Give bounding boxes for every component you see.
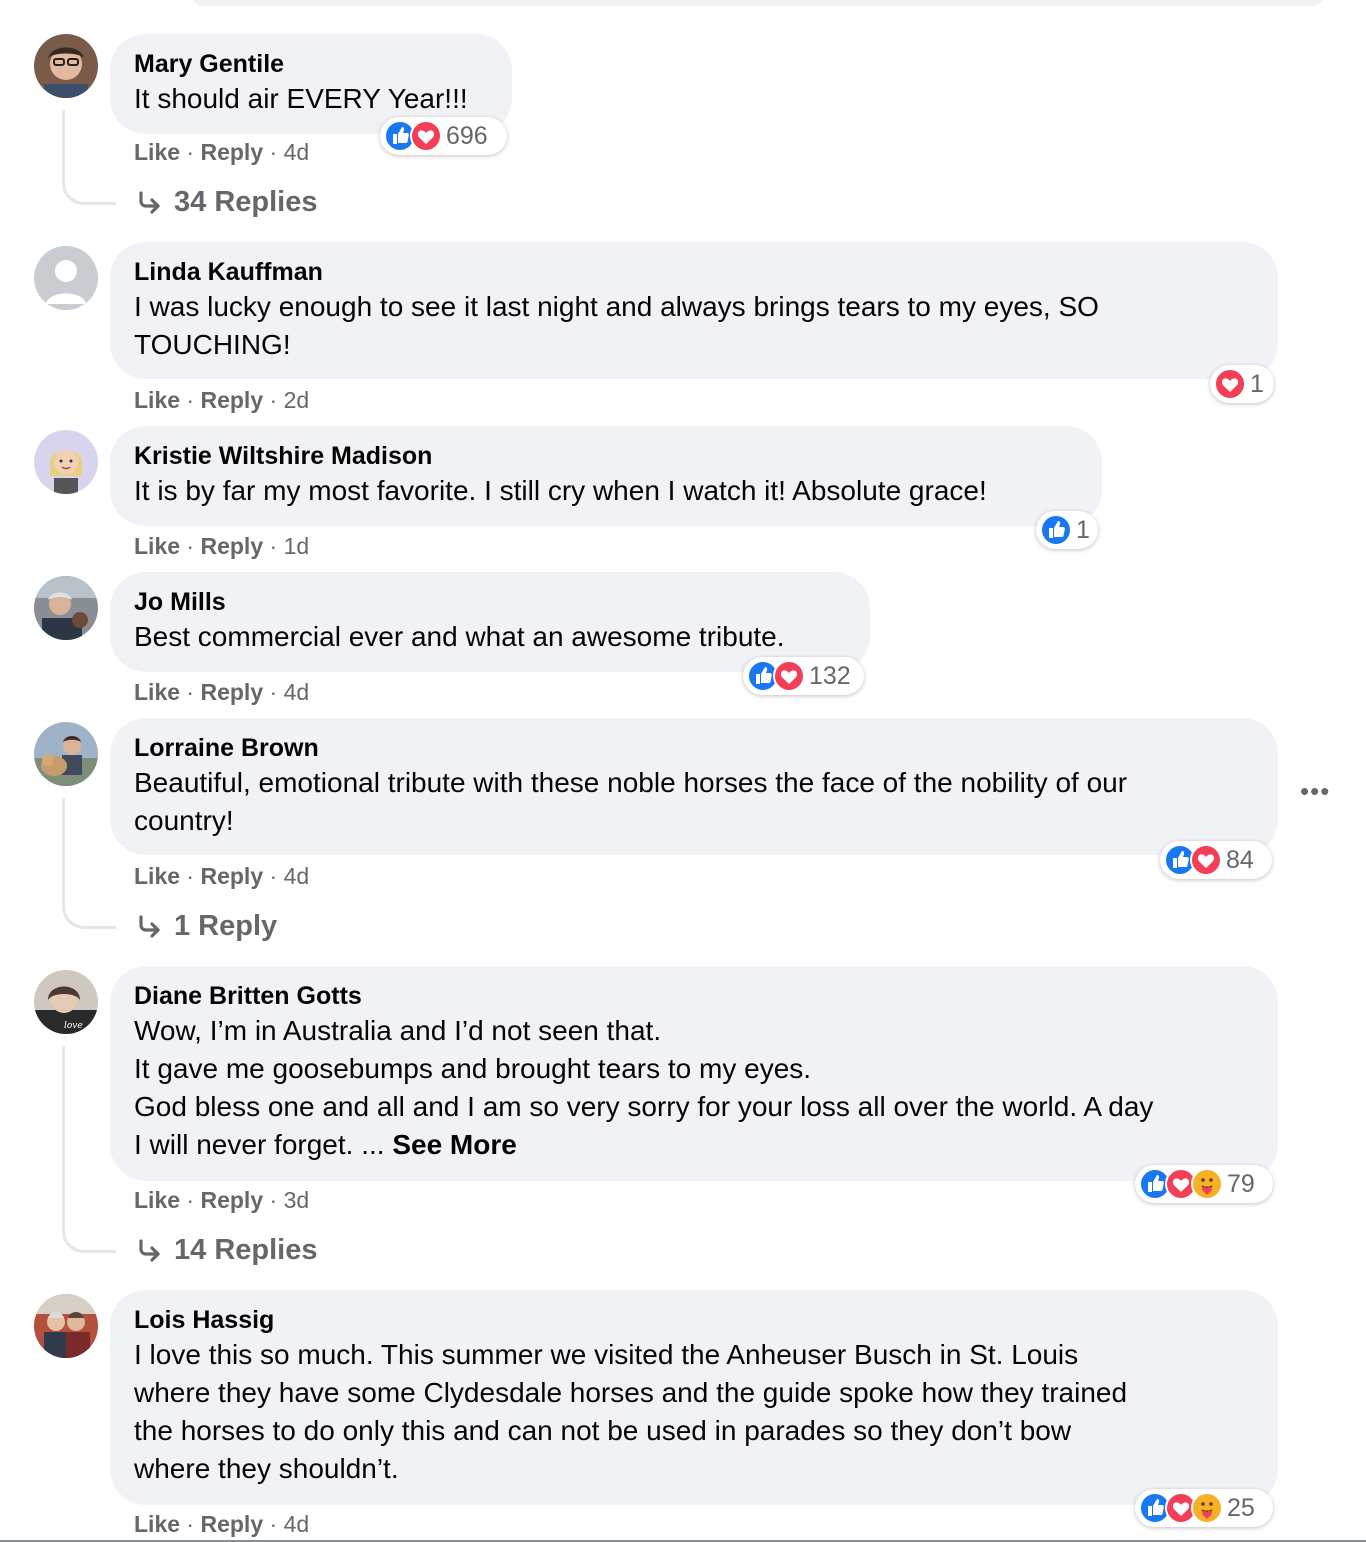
comment-bubble: Lois Hassig I love this so much. This su…: [110, 1290, 1278, 1505]
comment-text-body: Wow, I’m in Australia and I’d not seen t…: [134, 1015, 1154, 1160]
like-link[interactable]: Like: [134, 533, 180, 559]
replies-count-label: 1 Reply: [174, 910, 278, 942]
reactions-summary[interactable]: 696: [380, 117, 507, 155]
thread-line: [62, 1046, 116, 1253]
view-replies-link[interactable]: 34 Replies: [136, 186, 317, 219]
reaction-count: 696: [446, 121, 488, 150]
comment-author[interactable]: Kristie Wiltshire Madison: [134, 440, 1078, 472]
comment-author[interactable]: Lois Hassig: [134, 1304, 1254, 1336]
more-options-button[interactable]: •••: [1300, 776, 1330, 807]
see-more-link[interactable]: See More: [392, 1129, 517, 1160]
love-icon: [1214, 368, 1246, 400]
comment-actions: Like · Reply · 4d: [134, 1511, 310, 1537]
comment-author[interactable]: Linda Kauffman: [134, 256, 1254, 288]
reactions-summary[interactable]: 79: [1135, 1165, 1273, 1203]
comment-author[interactable]: Diane Britten Gotts: [134, 980, 1254, 1012]
previous-comment-bubble-edge: [190, 0, 1326, 6]
comment-timestamp[interactable]: 1d: [284, 533, 310, 559]
comment-timestamp[interactable]: 4d: [284, 139, 310, 165]
avatar[interactable]: [34, 722, 98, 786]
avatar[interactable]: [34, 34, 98, 98]
avatar[interactable]: [34, 576, 98, 640]
comment-timestamp[interactable]: 3d: [284, 1187, 310, 1213]
view-replies-link[interactable]: 14 Replies: [136, 1234, 317, 1267]
comment-timestamp[interactable]: 4d: [284, 679, 310, 705]
comment-bubble: Lorraine Brown Beautiful, emotional trib…: [110, 718, 1278, 855]
comment-text: I was lucky enough to see it last night …: [134, 291, 1099, 360]
comment-timestamp[interactable]: 4d: [284, 1511, 310, 1537]
comment-bubble: Diane Britten Gotts Wow, I’m in Australi…: [110, 966, 1278, 1181]
reply-arrow-icon: [136, 1237, 164, 1265]
replies-count-label: 34 Replies: [174, 186, 318, 218]
comment-text: Beautiful, emotional tribute with these …: [134, 767, 1128, 836]
comment-actions: Like · Reply · 4d: [134, 863, 310, 889]
reactions-summary[interactable]: 84: [1160, 841, 1272, 879]
reply-link[interactable]: Reply: [200, 1511, 263, 1537]
comment-text: It is by far my most favorite. I still c…: [134, 475, 987, 506]
reply-arrow-icon: [136, 913, 164, 941]
reply-arrow-icon: [136, 189, 164, 217]
comment-text: Best commercial ever and what an awesome…: [134, 621, 785, 652]
love-icon: [773, 660, 805, 692]
reply-link[interactable]: Reply: [200, 679, 263, 705]
default-avatar[interactable]: [34, 246, 98, 310]
comment-text: It should air EVERY Year!!!: [134, 83, 468, 114]
reply-link[interactable]: Reply: [200, 387, 263, 413]
reply-link[interactable]: Reply: [200, 1187, 263, 1213]
comment-text: Wow, I’m in Australia and I’d not seen t…: [134, 1012, 1254, 1164]
reaction-count: 1: [1076, 515, 1090, 544]
replies-count-label: 14 Replies: [174, 1234, 318, 1266]
reaction-count: 25: [1227, 1493, 1255, 1522]
reactions-summary[interactable]: 132: [743, 657, 864, 695]
thread-line: [62, 110, 116, 205]
comment-author[interactable]: Lorraine Brown: [134, 732, 1254, 764]
svg-text:love: love: [64, 1021, 83, 1031]
love-icon: [410, 120, 442, 152]
comment-timestamp[interactable]: 2d: [284, 387, 310, 413]
reactions-summary[interactable]: 25: [1135, 1489, 1273, 1527]
avatar[interactable]: [34, 1294, 98, 1358]
comment-actions: Like · Reply · 4d: [134, 679, 310, 705]
comment-timestamp[interactable]: 4d: [284, 863, 310, 889]
care-icon: [1191, 1168, 1223, 1200]
like-icon: [1040, 514, 1072, 546]
reactions-summary[interactable]: 1: [1036, 511, 1098, 549]
avatar[interactable]: [34, 430, 98, 494]
care-icon: [1191, 1492, 1223, 1524]
like-link[interactable]: Like: [134, 1511, 180, 1537]
like-link[interactable]: Like: [134, 679, 180, 705]
comment-author[interactable]: Mary Gentile: [134, 48, 488, 80]
reply-link[interactable]: Reply: [200, 533, 263, 559]
reactions-summary[interactable]: 1: [1210, 365, 1274, 403]
reaction-count: 79: [1227, 1169, 1255, 1198]
avatar[interactable]: love: [34, 970, 98, 1034]
reaction-count: 132: [809, 661, 851, 690]
reply-link[interactable]: Reply: [200, 863, 263, 889]
reply-link[interactable]: Reply: [200, 139, 263, 165]
comment-text: I love this so much. This summer we visi…: [134, 1339, 1128, 1484]
like-link[interactable]: Like: [134, 139, 180, 165]
reaction-count: 1: [1250, 369, 1264, 398]
view-replies-link[interactable]: 1 Reply: [136, 910, 277, 943]
reaction-count: 84: [1226, 845, 1254, 874]
like-link[interactable]: Like: [134, 863, 180, 889]
comment-actions: Like · Reply · 2d: [134, 387, 310, 413]
comment-actions: Like · Reply · 4d: [134, 139, 310, 165]
like-link[interactable]: Like: [134, 1187, 180, 1213]
comment-bubble: Kristie Wiltshire Madison It is by far m…: [110, 426, 1102, 526]
thread-line: [62, 798, 116, 929]
comment-author[interactable]: Jo Mills: [134, 586, 846, 618]
comment-bubble: Linda Kauffman I was lucky enough to see…: [110, 242, 1278, 379]
love-icon: [1190, 844, 1222, 876]
comment-actions: Like · Reply · 1d: [134, 533, 310, 559]
like-link[interactable]: Like: [134, 387, 180, 413]
comment-actions: Like · Reply · 3d: [134, 1187, 310, 1213]
